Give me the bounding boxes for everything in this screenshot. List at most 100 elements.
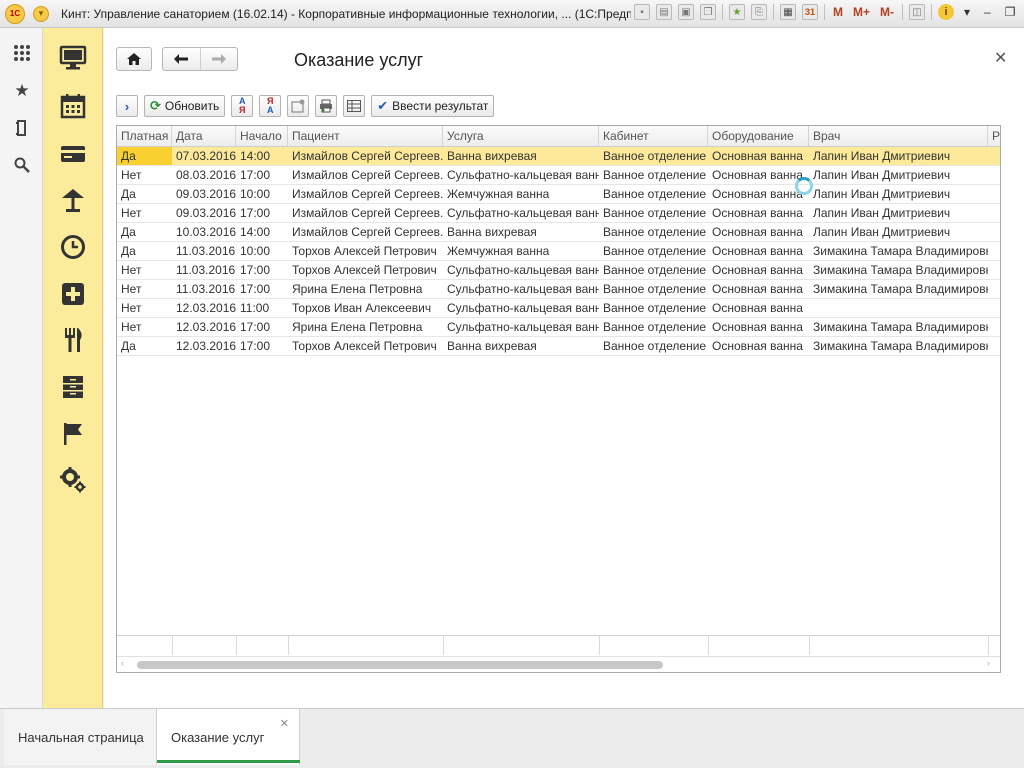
memory-m-plus-button[interactable]: M+ (851, 5, 872, 19)
table-cell: Зимакина Тамара Владимировна (813, 339, 988, 353)
print-form-button[interactable] (315, 95, 338, 117)
main-content: Оказание услуг ✕ › ⟳ Обновить АЯ ЯА ✔ Вв… (104, 28, 1024, 708)
favorites-star-icon[interactable]: ★ (12, 81, 32, 101)
refresh-button[interactable]: ⟳ Обновить (144, 95, 226, 117)
scroll-left-arrow-icon[interactable]: ‹ (121, 658, 124, 668)
credit-card-icon[interactable] (59, 140, 87, 168)
search-icon[interactable] (12, 155, 32, 175)
minimize-button[interactable]: – (980, 5, 995, 19)
panel-layout-icon[interactable]: ◫ (909, 4, 926, 20)
table-cell: Нет (121, 320, 142, 334)
medical-cross-icon[interactable] (59, 280, 87, 308)
checkmark-icon: ✔ (377, 98, 389, 113)
sort-ascending-button[interactable]: АЯ (231, 95, 254, 117)
column-header-start[interactable]: Начало (236, 126, 288, 146)
column-header-doctor[interactable]: Врач (809, 126, 988, 146)
window-titlebar: 1С ▾ Кинт: Управление санаторием (16.02.… (0, 0, 1024, 28)
tab-services[interactable]: Оказание услуг ✕ (157, 709, 300, 765)
back-arrow-button[interactable] (163, 48, 201, 70)
table-cell: Да (117, 147, 172, 165)
close-form-icon[interactable]: ✕ (994, 48, 1007, 68)
table-cell: Основная ванна (712, 282, 803, 296)
table-cell: 11.03.2016 (176, 244, 236, 258)
table-row[interactable]: Нет 11.03.2016 17:00 Торхов Алексей Петрови… (117, 261, 1000, 280)
table-cell: 07.03.2016 (176, 149, 236, 163)
save-icon[interactable]: ▪ (634, 4, 650, 20)
table-row[interactable]: Нет 08.03.2016 17:00 Измайлов Сергей Сергее… (117, 166, 1000, 185)
preview-icon[interactable]: ▣ (678, 4, 694, 20)
table-settings-button[interactable] (343, 95, 366, 117)
cabinet-icon[interactable] (59, 373, 87, 401)
titlebar-tools: ▪ ▤ ▣ ❐ ★ ⎘ ▦ 31 M M+ M- ◫ i ▾ – ❐ ✕ (634, 4, 1024, 20)
tab-home-page[interactable]: Начальная страница (4, 709, 157, 765)
table-row[interactable]: Да 10.03.2016 14:00 Измайлов Сергей Сергеев… (117, 223, 1000, 242)
table-cell: Основная ванна (712, 206, 803, 220)
table-row[interactable]: Да 11.03.2016 10:00 Торхов Алексей Петрович… (117, 242, 1000, 261)
table-cell: Ванное отделение (603, 339, 707, 353)
column-header-patient[interactable]: Пациент (288, 126, 443, 146)
table-row[interactable]: Да 09.03.2016 10:00 Измайлов Сергей Сергеев… (117, 185, 1000, 204)
table-cell: 11.03.2016 (176, 263, 236, 277)
column-header-result[interactable]: Р (988, 126, 1000, 146)
link-icon[interactable]: ⎘ (751, 4, 767, 20)
info-icon[interactable]: i (938, 4, 955, 20)
column-header-date[interactable]: Дата (172, 126, 236, 146)
scroll-right-arrow-icon[interactable]: › (987, 658, 990, 668)
print-icon[interactable]: ▤ (656, 4, 672, 20)
desktop-icon[interactable] (59, 44, 87, 72)
lamp-icon[interactable] (59, 186, 87, 214)
table-cell: 17:00 (240, 339, 271, 353)
flag-icon[interactable] (59, 420, 87, 448)
table-row[interactable]: Нет 12.03.2016 17:00 Ярина Елена Петровна Су… (117, 318, 1000, 337)
forward-arrow-button[interactable] (201, 48, 238, 70)
horizontal-scrollbar[interactable]: ‹ › (117, 656, 1000, 672)
table-row[interactable]: Нет 09.03.2016 17:00 Измайлов Сергей Сергее… (117, 204, 1000, 223)
column-header-equipment[interactable]: Оборудование (708, 126, 809, 146)
enter-result-button-label: Ввести результат (392, 99, 489, 113)
column-header-room[interactable]: Кабинет (599, 126, 708, 146)
column-header-service[interactable]: Услуга (443, 126, 599, 146)
page-title: Оказание услуг (294, 50, 424, 70)
table-cell: Ванное отделение (603, 187, 707, 201)
calculator-icon[interactable]: ▦ (780, 4, 796, 20)
table-cell: Измайлов Сергей Сергеев... (292, 206, 443, 220)
history-icon[interactable] (12, 118, 32, 138)
memory-m-minus-button[interactable]: M- (878, 5, 896, 19)
favorite-star-icon[interactable]: ★ (729, 4, 745, 20)
fork-knife-icon[interactable] (59, 326, 87, 354)
table-cell: Да (121, 339, 136, 353)
table-cell: Да (121, 225, 136, 239)
home-button[interactable] (116, 47, 152, 71)
table-cell: Лапин Иван Дмитриевич (813, 225, 951, 239)
table-row[interactable]: Нет 11.03.2016 17:00 Ярина Елена Петровна Су… (117, 280, 1000, 299)
table-cell: Ванное отделение (603, 168, 707, 182)
column-header-paid[interactable]: Платная (117, 126, 172, 146)
memory-m-button[interactable]: M (831, 5, 845, 19)
copy-icon[interactable]: ❐ (700, 4, 716, 20)
gears-icon[interactable] (59, 466, 87, 494)
restore-button[interactable]: ❐ (1001, 5, 1020, 19)
table-cell: Измайлов Сергей Сергеев... (292, 187, 443, 201)
close-tab-icon[interactable]: ✕ (280, 717, 289, 730)
expand-panel-button[interactable]: › (116, 95, 138, 117)
table-cell: Нет (121, 206, 142, 220)
table-cell: Ванное отделение (603, 206, 707, 220)
table-row[interactable]: Нет 12.03.2016 11:00 Торхов Иван Алексеевич… (117, 299, 1000, 318)
sort-descending-button[interactable]: ЯА (259, 95, 282, 117)
scrollbar-thumb[interactable] (137, 661, 663, 669)
table-cell: Основная ванна (712, 149, 803, 163)
table-row[interactable]: Да 07.03.2016 14:00 Измайлов Сергей Сергеев… (117, 147, 1000, 166)
table-cell: Ванное отделение (603, 225, 707, 239)
table-cell: Ванное отделение (603, 244, 707, 258)
table-row[interactable]: Да 12.03.2016 17:00 Торхов Алексей Петрович… (117, 337, 1000, 356)
table-cell: Лапин Иван Дмитриевич (813, 187, 951, 201)
info-dropdown-chevron-icon[interactable]: ▾ (960, 5, 974, 19)
calendar-icon[interactable] (59, 92, 87, 120)
apps-grid-icon[interactable] (12, 43, 32, 63)
main-menu-chevron-icon[interactable]: ▾ (33, 5, 49, 22)
enter-result-button[interactable]: ✔ Ввести результат (371, 95, 495, 117)
app-logo-icon[interactable]: 1С (5, 3, 25, 24)
filter-settings-button[interactable] (287, 95, 310, 117)
clock-icon[interactable] (59, 233, 87, 261)
calendar-icon[interactable]: 31 (802, 4, 818, 20)
